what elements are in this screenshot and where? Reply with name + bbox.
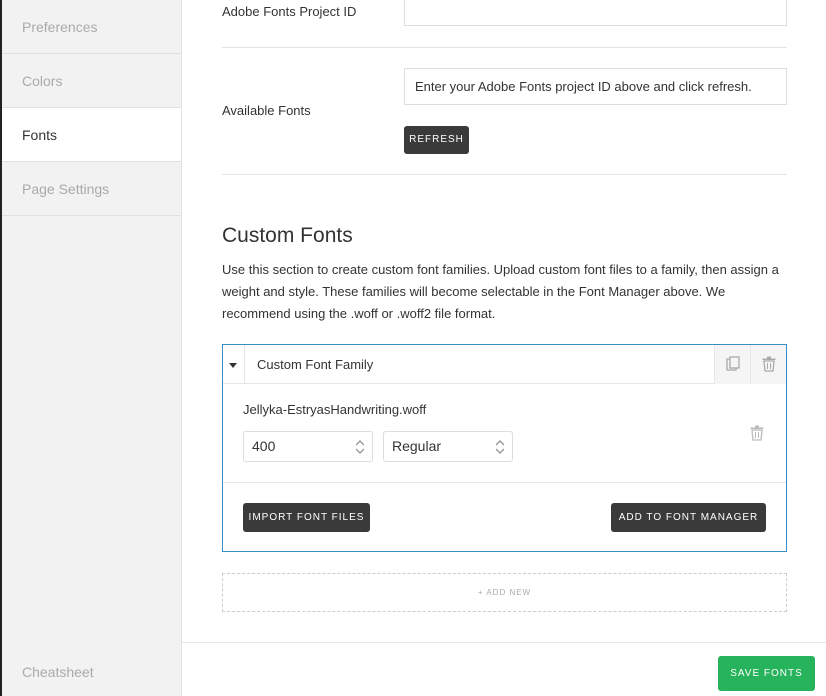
save-fonts-button[interactable]: SAVE FONTS	[718, 656, 815, 691]
add-new-button[interactable]: + ADD NEW	[222, 573, 787, 612]
refresh-button[interactable]: REFRESH	[404, 126, 469, 154]
style-value: Regular	[392, 438, 442, 454]
sidebar-item-colors[interactable]: Colors	[2, 54, 181, 108]
font-family-name[interactable]: Custom Font Family	[257, 357, 373, 372]
project-id-input[interactable]	[404, 0, 787, 26]
add-to-font-manager-button[interactable]: ADD TO FONT MANAGER	[611, 503, 766, 532]
main-panel: Adobe Fonts Project ID Available Fonts E…	[182, 0, 826, 642]
footer-bar: SAVE FONTS	[182, 642, 826, 696]
weight-value: 400	[252, 438, 276, 454]
divider	[222, 174, 787, 175]
custom-fonts-title: Custom Fonts	[222, 224, 353, 247]
sidebar-item-preferences[interactable]: Preferences	[2, 0, 181, 54]
sidebar-item-fonts[interactable]: Fonts	[2, 108, 181, 162]
stepper-arrows-icon	[496, 440, 504, 454]
sidebar-item-page-settings[interactable]: Page Settings	[2, 162, 181, 216]
weight-select[interactable]: 400	[243, 431, 373, 462]
font-family-card: Custom Font Family Jellyka-EstryasHandwr…	[222, 344, 787, 552]
available-fonts-field: Enter your Adobe Fonts project ID above …	[404, 68, 787, 105]
sidebar: Preferences Colors Fonts Page Settings C…	[0, 0, 182, 696]
sidebar-item-cheatsheet[interactable]: Cheatsheet	[22, 664, 94, 680]
trash-icon	[762, 356, 776, 372]
trash-icon[interactable]	[750, 425, 764, 441]
delete-family-button[interactable]	[750, 345, 786, 384]
available-fonts-label: Available Fonts	[222, 103, 311, 118]
duplicate-family-button[interactable]	[714, 345, 750, 384]
font-file-name: Jellyka-EstryasHandwriting.woff	[243, 402, 427, 417]
project-id-label: Adobe Fonts Project ID	[222, 4, 357, 19]
import-font-files-button[interactable]: IMPORT FONT FILES	[243, 503, 370, 532]
divider	[223, 482, 786, 483]
copy-icon	[726, 356, 740, 371]
caret-down-icon[interactable]	[223, 345, 245, 384]
custom-fonts-description: Use this section to create custom font f…	[222, 262, 779, 321]
divider	[222, 47, 787, 48]
style-select[interactable]: Regular	[383, 431, 513, 462]
font-family-header: Custom Font Family	[223, 345, 786, 384]
stepper-arrows-icon	[356, 440, 364, 454]
